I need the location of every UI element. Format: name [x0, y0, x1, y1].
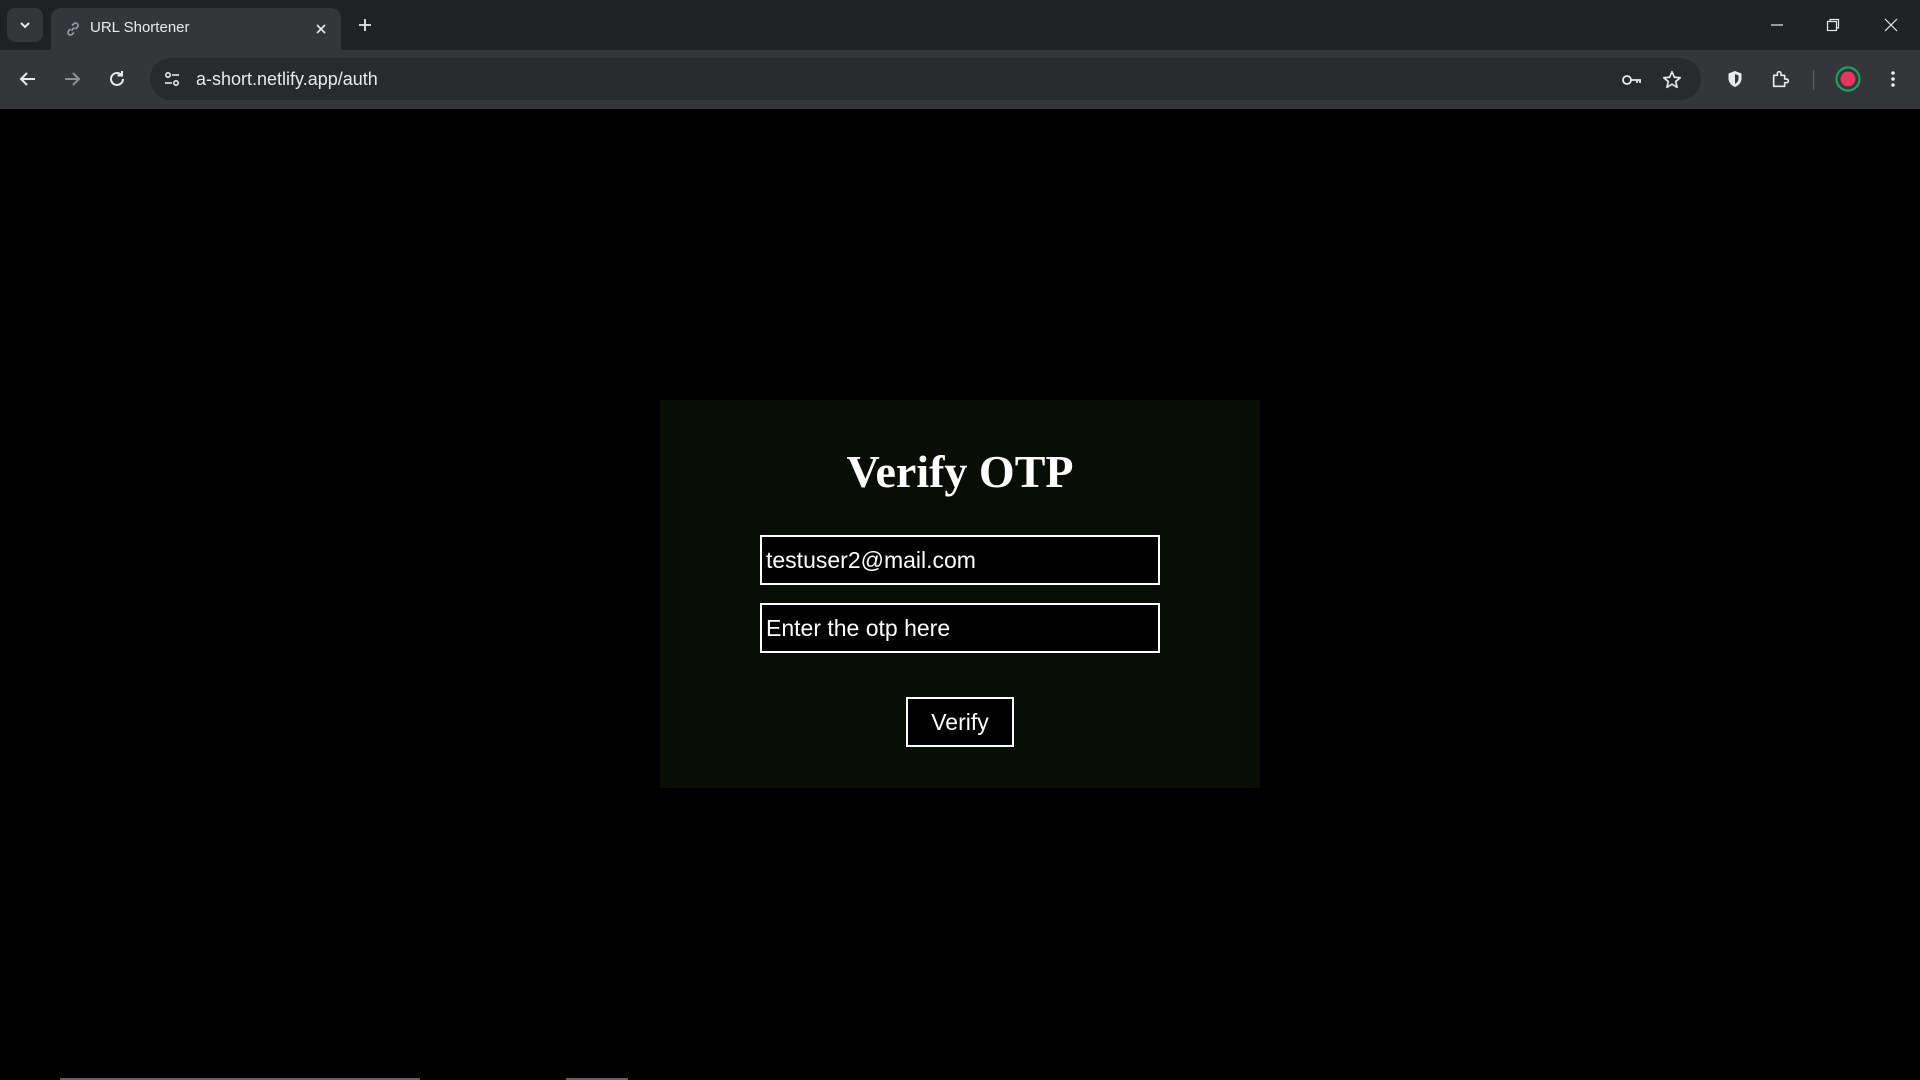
page-viewport: Verify OTP Verify: [0, 109, 1920, 1080]
email-field[interactable]: [760, 535, 1160, 585]
tab-strip: URL Shortener: [0, 0, 1920, 50]
bookmark-button[interactable]: [1659, 67, 1685, 93]
avatar-icon: [1835, 66, 1861, 92]
tab-close-button[interactable]: [310, 18, 332, 40]
verify-otp-card: Verify OTP Verify: [660, 400, 1260, 788]
close-icon: [316, 24, 326, 34]
minimize-button[interactable]: [1754, 8, 1800, 42]
star-icon: [1662, 70, 1682, 89]
active-tab[interactable]: URL Shortener: [51, 8, 341, 50]
more-vert-icon: [1891, 71, 1895, 87]
browser-toolbar: a-short.netlify.app/auth: [0, 50, 1920, 109]
tab-search-button[interactable]: [7, 8, 43, 42]
reload-button[interactable]: [100, 62, 134, 96]
profile-button[interactable]: [1832, 63, 1864, 95]
reload-icon: [110, 71, 124, 86]
close-window-button[interactable]: [1868, 8, 1914, 42]
address-bar[interactable]: a-short.netlify.app/auth: [150, 58, 1701, 100]
forward-arrow-icon: [65, 72, 81, 86]
page-title: Verify OTP: [846, 446, 1074, 497]
toolbar-separator: [1813, 70, 1814, 90]
url-text[interactable]: a-short.netlify.app/auth: [196, 69, 378, 89]
site-info-button[interactable]: [161, 68, 183, 90]
new-tab-button[interactable]: [352, 12, 378, 38]
key-icon: [1622, 75, 1641, 85]
restore-icon: [1826, 18, 1840, 32]
puzzle-icon: [1772, 70, 1790, 88]
verify-button[interactable]: Verify: [906, 697, 1014, 747]
tune-icon: [164, 71, 180, 87]
close-icon: [1884, 18, 1898, 32]
tab-title: URL Shortener: [90, 19, 190, 36]
passwords-button[interactable]: [1619, 67, 1645, 93]
restore-button[interactable]: [1810, 8, 1856, 42]
extension-shield-button[interactable]: [1719, 63, 1751, 95]
minimize-icon: [1771, 24, 1783, 26]
back-arrow-icon: [19, 72, 35, 86]
otp-field[interactable]: [760, 603, 1160, 653]
plus-icon: [359, 19, 371, 31]
back-button[interactable]: [11, 62, 45, 96]
link-icon: [67, 22, 79, 36]
forward-button[interactable]: [55, 62, 89, 96]
chevron-down-icon: [20, 22, 30, 29]
browser-menu-button[interactable]: [1877, 63, 1909, 95]
shield-icon: [1728, 71, 1742, 87]
extensions-button[interactable]: [1765, 63, 1797, 95]
